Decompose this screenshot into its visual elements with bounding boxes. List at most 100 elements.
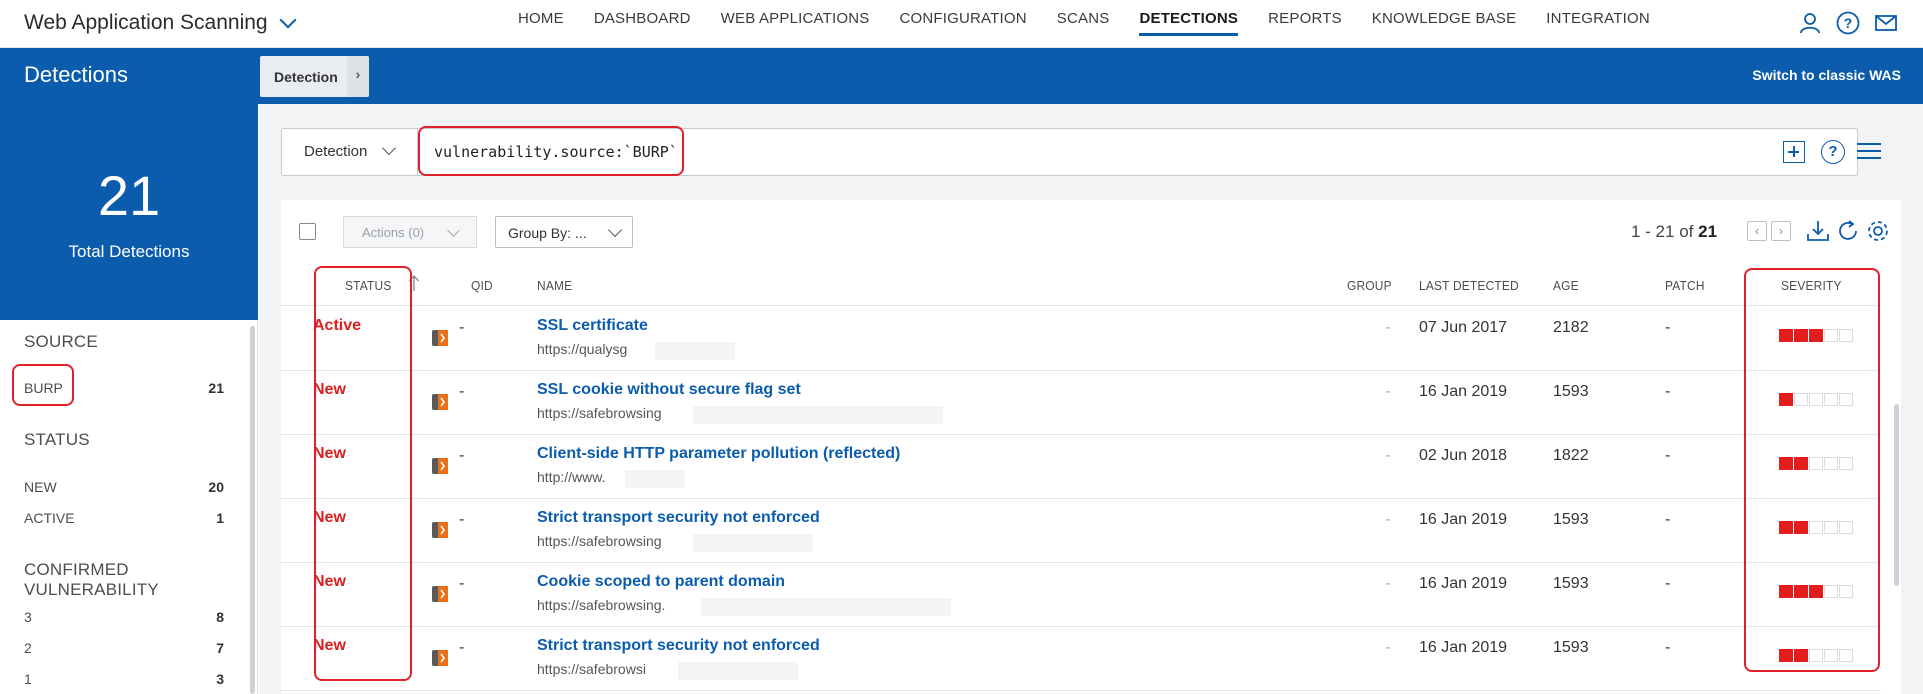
next-page-button[interactable]: › xyxy=(1771,221,1791,241)
burp-source-icon xyxy=(432,650,448,666)
filter-item-level-1[interactable]: 1 3 xyxy=(24,671,224,687)
detection-url: https://safebrowsing xyxy=(537,533,662,549)
qid-cell: - xyxy=(459,447,465,464)
last-detected-cell: 16 Jan 2019 xyxy=(1419,575,1508,592)
detection-name-link[interactable]: Cookie scoped to parent domain xyxy=(537,573,785,591)
column-header-age[interactable]: AGE xyxy=(1553,278,1579,293)
search-type-dropdown[interactable]: Detection xyxy=(282,129,418,175)
table-row[interactable]: New - SSL cookie without secure flag set ht… xyxy=(281,371,1881,435)
filter-item-active[interactable]: ACTIVE 1 xyxy=(24,510,224,526)
group-cell: - xyxy=(1385,319,1391,336)
sidebar-scrollbar[interactable] xyxy=(250,326,255,694)
group-cell: - xyxy=(1385,447,1391,464)
app-switcher[interactable]: Web Application Scanning xyxy=(24,11,297,35)
table-row[interactable]: Active - SSL certificate https://qualysg -07… xyxy=(281,307,1881,371)
burp-source-icon xyxy=(432,330,448,346)
chevron-right-icon[interactable]: › xyxy=(347,56,369,97)
settings-gear-icon[interactable] xyxy=(1865,218,1891,244)
column-header-group[interactable]: GROUP xyxy=(1347,278,1392,293)
qid-cell: - xyxy=(459,383,465,400)
column-header-last-detected[interactable]: LAST DETECTED xyxy=(1419,278,1519,293)
age-cell: 1593 xyxy=(1553,575,1589,592)
detection-name-link[interactable]: SSL cookie without secure flag set xyxy=(537,381,801,399)
nav-integration[interactable]: INTEGRATION xyxy=(1531,0,1665,48)
nav-configuration[interactable]: CONFIGURATION xyxy=(884,0,1041,48)
top-icon-group: ? xyxy=(1797,10,1899,36)
table-row[interactable]: New - Client-side HTTP parameter pollution… xyxy=(281,435,1881,499)
qid-cell: - xyxy=(459,639,465,656)
refresh-icon[interactable] xyxy=(1835,218,1861,244)
chevron-down-icon xyxy=(607,222,623,238)
nav-knowledge-base[interactable]: KNOWLEDGE BASE xyxy=(1357,0,1532,48)
detection-url: https://safebrowsing xyxy=(537,405,662,421)
column-header-name[interactable]: NAME xyxy=(537,278,572,293)
pagination-summary: 1 - 21 of 21 xyxy=(1631,222,1717,242)
nav-scans[interactable]: SCANS xyxy=(1042,0,1125,48)
redacted-url-mask xyxy=(693,534,813,552)
age-cell: 2182 xyxy=(1553,319,1589,336)
last-detected-cell: 16 Jan 2019 xyxy=(1419,383,1508,400)
filter-item-level-3[interactable]: 3 8 xyxy=(24,609,224,625)
help-icon[interactable]: ? xyxy=(1835,10,1861,36)
detection-url: https://qualysg xyxy=(537,341,628,357)
age-cell: 1593 xyxy=(1553,383,1589,400)
patch-cell: - xyxy=(1665,383,1671,400)
group-by-label: Group By: ... xyxy=(508,225,587,241)
filter-item-count: 21 xyxy=(208,380,224,396)
tab-detection-label: Detection xyxy=(274,69,338,85)
filter-item-count: 7 xyxy=(216,640,224,656)
filter-item-level-2[interactable]: 2 7 xyxy=(24,640,224,656)
burp-source-icon xyxy=(432,394,448,410)
page-title: Detections xyxy=(24,62,128,87)
filter-item-new[interactable]: NEW 20 xyxy=(24,479,224,495)
table-row[interactable]: New - Strict transport security not enforc… xyxy=(281,499,1881,563)
mail-icon[interactable] xyxy=(1873,10,1899,36)
filter-item-count: 1 xyxy=(216,510,224,526)
nav-web-applications[interactable]: WEB APPLICATIONS xyxy=(706,0,885,48)
patch-cell: - xyxy=(1665,639,1671,656)
filter-item-label: 3 xyxy=(24,609,32,625)
filter-item-label: 2 xyxy=(24,640,32,656)
switch-to-classic-link[interactable]: Switch to classic WAS xyxy=(1752,67,1901,83)
filter-item-label: 1 xyxy=(24,671,32,687)
add-query-icon[interactable] xyxy=(1783,141,1805,163)
tab-detection[interactable]: Detection › xyxy=(260,56,369,97)
svg-text:?: ? xyxy=(1844,15,1853,31)
actions-dropdown[interactable]: Actions (0) xyxy=(343,216,477,248)
column-header-patch[interactable]: PATCH xyxy=(1665,278,1705,293)
filter-group-status: STATUS xyxy=(24,430,90,449)
highlight-severity-column xyxy=(1744,268,1880,672)
select-all-checkbox[interactable] xyxy=(299,223,316,240)
group-cell: - xyxy=(1385,511,1391,528)
table-scrollbar[interactable] xyxy=(1894,404,1899,586)
pagination-total: 21 xyxy=(1698,222,1718,241)
detection-name-link[interactable]: Strict transport security not enforced xyxy=(537,637,820,655)
nav-detections[interactable]: DETECTIONS xyxy=(1124,0,1253,48)
qid-cell: - xyxy=(459,575,465,592)
user-icon[interactable] xyxy=(1797,10,1823,36)
column-header-qid[interactable]: QID xyxy=(471,278,493,293)
total-detections-label: Total Detections xyxy=(68,242,190,261)
nav-home[interactable]: HOME xyxy=(503,0,579,48)
table-row[interactable]: New - Strict transport security not enforc… xyxy=(281,627,1881,691)
redacted-url-mask xyxy=(693,406,943,424)
filter-item-count: 3 xyxy=(216,671,224,687)
help-icon[interactable]: ? xyxy=(1821,140,1845,164)
download-icon[interactable] xyxy=(1805,218,1831,244)
nav-reports[interactable]: REPORTS xyxy=(1253,0,1357,48)
search-type-label: Detection xyxy=(304,143,368,160)
detection-name-link[interactable]: Strict transport security not enforced xyxy=(537,509,820,527)
hamburger-menu-icon[interactable] xyxy=(1857,143,1881,161)
detection-name-link[interactable]: SSL certificate xyxy=(537,317,648,335)
table-row[interactable]: New - Cookie scoped to parent domain https:… xyxy=(281,563,1881,627)
group-cell: - xyxy=(1385,383,1391,400)
group-by-dropdown[interactable]: Group By: ... xyxy=(495,216,633,248)
filter-item-label: ACTIVE xyxy=(24,510,75,526)
redacted-url-mask xyxy=(624,470,685,488)
qid-cell: - xyxy=(459,511,465,528)
nav-dashboard[interactable]: DASHBOARD xyxy=(579,0,706,48)
burp-source-icon xyxy=(432,458,448,474)
group-cell: - xyxy=(1385,575,1391,592)
previous-page-button[interactable]: ‹ xyxy=(1747,221,1767,241)
detection-name-link[interactable]: Client-side HTTP parameter pollution (re… xyxy=(537,445,900,463)
